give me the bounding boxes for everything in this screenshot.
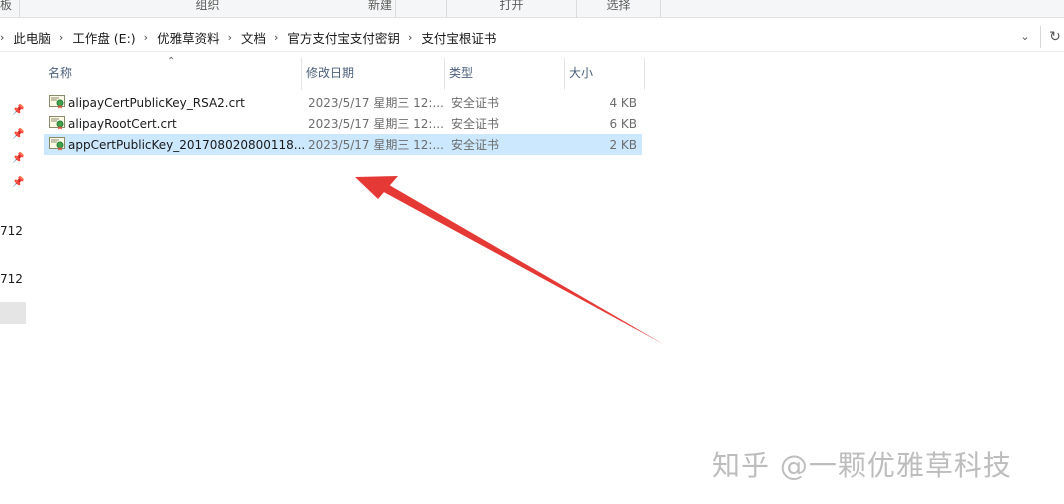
pin-icon[interactable]: 📌	[12, 177, 24, 189]
file-row[interactable]: alipayCertPublicKey_RSA2.crt 2023/5/17 星…	[44, 92, 642, 113]
column-header-label: 大小	[569, 66, 594, 80]
column-header-label: 名称	[48, 66, 73, 80]
ribbon-group-label: 组织	[195, 0, 220, 12]
certificate-icon	[49, 95, 65, 109]
nav-selected-item[interactable]	[0, 302, 26, 324]
arrow-head	[355, 176, 398, 199]
file-name: alipayCertPublicKey_RSA2.crt	[68, 95, 245, 110]
column-header-date[interactable]: 修改日期	[302, 58, 445, 90]
chevron-right-icon[interactable]: ›	[0, 31, 4, 44]
ribbon-group-new: 新建	[314, 0, 447, 18]
watermark: 知乎 @一颗优雅草科技	[712, 449, 1012, 482]
address-divider	[1040, 26, 1041, 48]
certificate-icon	[49, 137, 65, 151]
certificate-icon	[49, 116, 65, 130]
breadcrumb-item-docs[interactable]: 文档	[241, 28, 266, 47]
chevron-right-icon[interactable]: ›	[274, 31, 278, 44]
file-type: 安全证书	[451, 138, 500, 152]
file-list: alipayCertPublicKey_RSA2.crt 2023/5/17 星…	[44, 92, 642, 155]
file-type: 安全证书	[451, 96, 500, 110]
refresh-icon[interactable]: ↻	[1046, 28, 1064, 46]
column-header-label: 类型	[449, 66, 474, 80]
file-name: alipayRootCert.crt	[68, 116, 177, 131]
ribbon-group-strip: 板 组织 新建 打开 选择	[0, 0, 1064, 18]
file-date: 2023/5/17 星期三 12:...	[308, 117, 444, 131]
breadcrumb-item-current[interactable]: 支付宝根证书	[421, 28, 496, 47]
column-header-name[interactable]: 名称	[44, 58, 302, 90]
file-row-selected[interactable]: appCertPublicKey_201708020800118... 2023…	[44, 134, 642, 155]
file-size: 2 KB	[609, 137, 637, 152]
file-date: 2023/5/17 星期三 12:...	[308, 96, 444, 110]
chevron-right-icon[interactable]: ›	[144, 31, 148, 44]
address-bar[interactable]: › 此电脑 › 工作盘 (E:) › 优雅草资料 › 文档 › 官方支付宝支付密…	[0, 22, 1064, 52]
ribbon-group-clipboard: 板	[0, 0, 20, 18]
pin-icon[interactable]: 📌	[12, 153, 24, 165]
breadcrumb: › 此电脑 › 工作盘 (E:) › 优雅草资料 › 文档 › 官方支付宝支付密…	[0, 22, 496, 52]
chevron-right-icon[interactable]: ›	[408, 31, 412, 44]
nav-item-label[interactable]: 712	[0, 224, 28, 238]
breadcrumb-item-keys[interactable]: 官方支付宝支付密钥	[287, 28, 400, 47]
navigation-pane: 📌 📌 📌 📌 712 712	[0, 53, 28, 504]
chevron-right-icon[interactable]: ›	[59, 31, 63, 44]
pin-icon[interactable]: 📌	[12, 129, 24, 141]
chevron-down-icon[interactable]: ⌄	[1016, 28, 1034, 46]
ribbon-group-label: 打开	[499, 0, 524, 12]
nav-item-label[interactable]: 712	[0, 272, 28, 286]
file-row[interactable]: alipayRootCert.crt 2023/5/17 星期三 12:... …	[44, 113, 642, 134]
breadcrumb-item-folder[interactable]: 优雅草资料	[157, 28, 220, 47]
breadcrumb-item-drive[interactable]: 工作盘 (E:)	[72, 28, 135, 47]
ribbon-group-label: 新建	[367, 0, 392, 12]
file-name: appCertPublicKey_201708020800118...	[68, 137, 306, 152]
column-header-type[interactable]: 类型	[445, 58, 565, 90]
column-header-label: 修改日期	[306, 66, 355, 80]
chevron-right-icon[interactable]: ›	[228, 31, 232, 44]
ribbon-group-select: 选择	[577, 0, 661, 18]
ribbon-group-label: 选择	[606, 0, 631, 12]
pin-icon[interactable]: 📌	[12, 105, 24, 117]
ribbon-group-label: 板	[0, 0, 13, 12]
arrow-shaft	[380, 182, 665, 345]
breadcrumb-item-this-pc[interactable]: 此电脑	[13, 28, 51, 47]
file-size: 4 KB	[609, 95, 637, 110]
ribbon-group-open: 打开	[447, 0, 577, 18]
file-date: 2023/5/17 星期三 12:...	[308, 138, 444, 152]
file-type: 安全证书	[451, 117, 500, 131]
file-size: 6 KB	[609, 116, 637, 131]
column-header-size[interactable]: 大小	[565, 58, 645, 90]
